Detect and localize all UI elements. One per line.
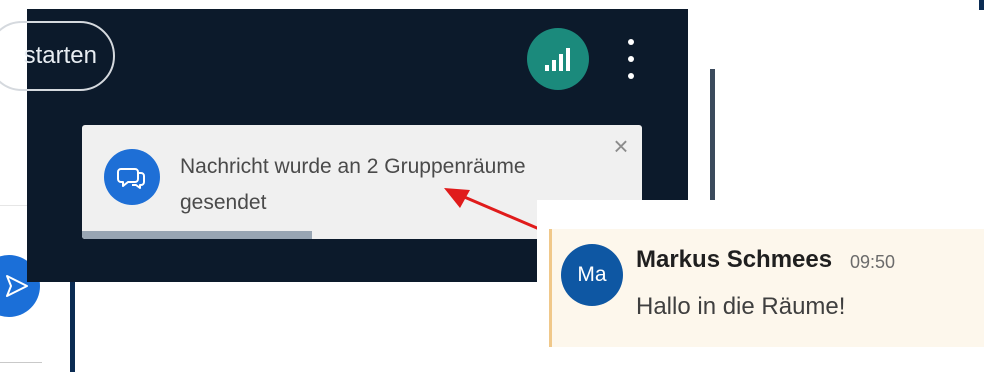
connection-status-button[interactable] [527,28,589,90]
more-options-button[interactable] [621,39,641,79]
message-sender[interactable]: Markus Schmees [636,246,832,274]
toast-close-button[interactable]: × [609,131,633,161]
background-divider [0,362,42,363]
background-edge-mark [979,0,984,10]
avatar[interactable]: Ma [561,244,623,306]
start-button-label: starten [23,42,97,69]
message-timestamp: 09:50 [850,252,896,272]
chat-bubbles-icon [117,168,145,189]
chat-message-card: Ma Markus Schmees 09:50 Hallo in die Räu… [537,200,984,372]
signal-bars-icon [545,48,570,71]
toast-progress-bar [82,231,312,239]
message-body: Hallo in die Räume! [636,293,846,320]
more-vertical-icon-dot [628,56,634,62]
start-button[interactable]: starten [0,21,115,91]
avatar-initials: Ma [577,263,607,286]
toast-icon-circle [104,149,160,205]
chat-message[interactable]: Ma Markus Schmees 09:50 Hallo in die Räu… [549,229,984,347]
more-vertical-icon [628,39,634,45]
close-icon: × [613,131,629,161]
more-vertical-icon-dot [628,73,634,79]
